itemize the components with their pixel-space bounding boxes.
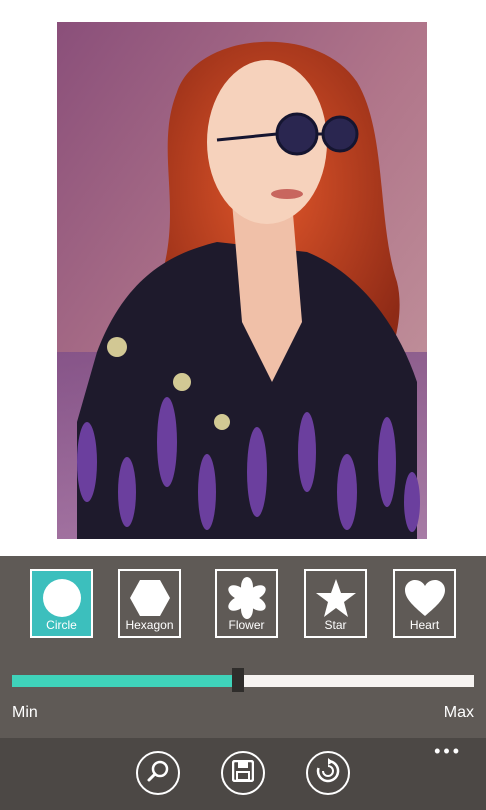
shape-label: Hexagon	[125, 618, 174, 632]
shape-tool-panel: Circle Hexagon Flower Star Heart Min Max	[0, 556, 486, 738]
slider-fill[interactable]	[12, 675, 238, 687]
shape-label: Flower	[228, 618, 265, 632]
heart-icon	[395, 577, 454, 619]
slider-max-label: Max	[443, 704, 474, 721]
shape-label: Star	[324, 618, 347, 632]
shape-star-button[interactable]: Star	[304, 569, 367, 638]
shape-hexagon-button[interactable]: Hexagon	[118, 569, 181, 638]
shape-label: Heart	[409, 618, 440, 632]
shape-circle-button[interactable]: Circle	[30, 569, 93, 638]
slider-track[interactable]	[238, 675, 474, 687]
shape-heart-button[interactable]: Heart	[393, 569, 456, 638]
slider-thumb[interactable]	[232, 668, 244, 692]
save-icon	[231, 759, 255, 787]
star-icon	[306, 577, 365, 619]
photo-area	[0, 0, 486, 556]
hexagon-icon	[120, 577, 179, 619]
portrait-photo[interactable]	[57, 22, 427, 539]
flower-icon	[217, 577, 276, 619]
more-options-icon[interactable]: •••	[434, 742, 462, 760]
shape-flower-button[interactable]: Flower	[215, 569, 278, 638]
save-button[interactable]	[221, 751, 265, 795]
app-bar: •••	[0, 738, 486, 810]
circle-icon	[32, 577, 91, 619]
slider-min-label: Min	[12, 704, 38, 721]
zoom-button[interactable]	[136, 751, 180, 795]
rotate-button[interactable]	[306, 751, 350, 795]
zoom-icon	[146, 759, 170, 788]
shape-label: Circle	[46, 618, 77, 632]
rotate-icon	[315, 757, 341, 789]
